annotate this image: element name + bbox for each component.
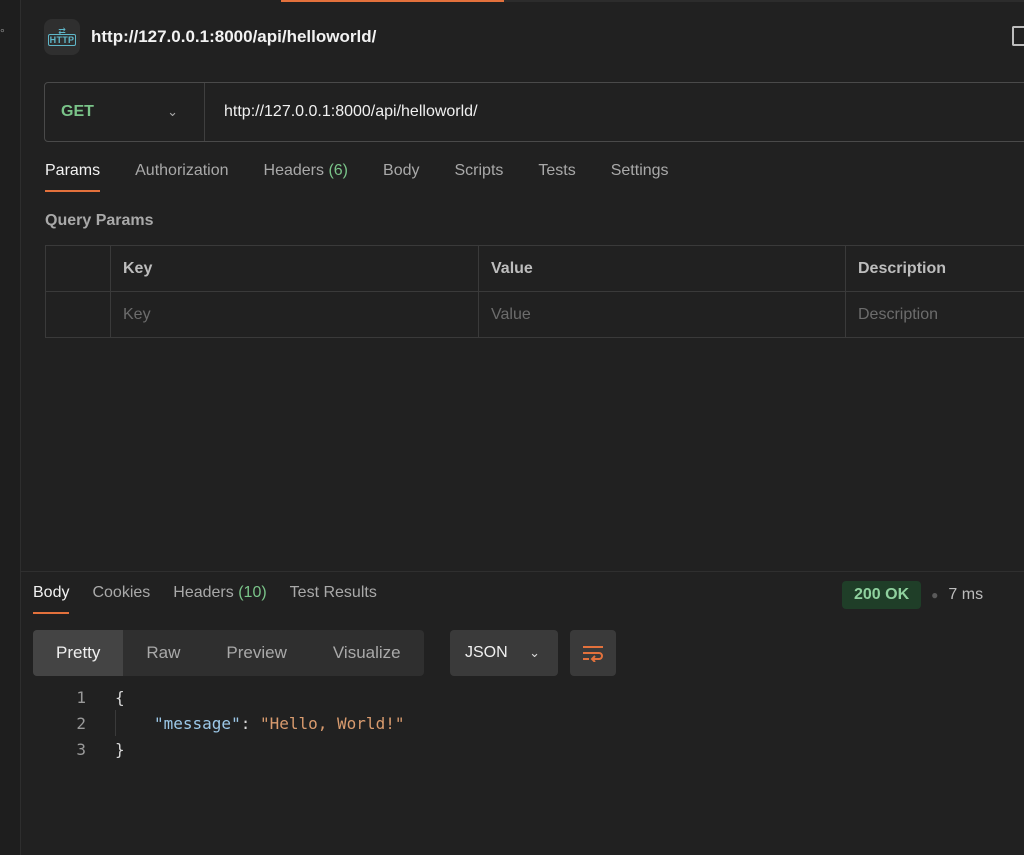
method-select[interactable]: GET ⌄ [45, 83, 205, 141]
response-tabs: Body Cookies Headers (10) Test Results [33, 584, 400, 614]
top-divider [504, 0, 1024, 2]
code-line: 2 "message": "Hello, World!" [60, 710, 404, 736]
chevron-down-icon: ⌄ [529, 645, 540, 660]
response-body-code[interactable]: 1 { 2 "message": "Hello, World!" 3 } [60, 684, 404, 762]
code-line: 3 } [60, 736, 404, 762]
description-input[interactable]: Description [845, 291, 1024, 338]
response-meta: 200 OK ● 7 ms [842, 581, 983, 609]
chevron-down-icon: ⌄ [167, 104, 178, 119]
wrap-lines-button[interactable] [570, 630, 616, 676]
line-number: 2 [76, 713, 86, 733]
tab-scripts[interactable]: Scripts [454, 162, 503, 192]
json-key: "message" [154, 713, 241, 733]
panel-divider[interactable] [20, 571, 1024, 572]
response-tab-test-results[interactable]: Test Results [290, 584, 377, 614]
indent-guide [115, 710, 116, 736]
response-time[interactable]: 7 ms [948, 586, 983, 604]
line-number: 3 [76, 739, 86, 759]
view-preview-button[interactable]: Preview [203, 630, 309, 676]
column-value: Value [478, 245, 846, 292]
left-rail: ° [0, 0, 21, 855]
active-tab-indicator [281, 0, 504, 2]
format-select[interactable]: JSON ⌄ [450, 630, 558, 676]
code-line: 1 { [60, 684, 404, 710]
separator-dot: ● [931, 588, 939, 602]
query-params-title: Query Params [45, 212, 154, 229]
http-icon: ⇄ HTTP [44, 19, 80, 55]
table-header-row: Key Value Description [45, 245, 1024, 292]
wrap-icon [583, 646, 603, 662]
view-raw-button[interactable]: Raw [123, 630, 203, 676]
response-tab-body[interactable]: Body [33, 584, 70, 614]
response-tab-headers[interactable]: Headers (10) [173, 584, 266, 614]
response-headers-count: (10) [238, 584, 267, 601]
row-checkbox-cell [45, 291, 111, 338]
save-icon[interactable] [1012, 26, 1024, 46]
value-input[interactable]: Value [478, 291, 846, 338]
column-key: Key [110, 245, 479, 292]
tab-authorization[interactable]: Authorization [135, 162, 228, 192]
method-label: GET [61, 103, 94, 120]
tab-params[interactable]: Params [45, 162, 101, 192]
request-title[interactable]: http://127.0.0.1:8000/api/helloworld/ [91, 27, 376, 47]
headers-count: (6) [328, 162, 349, 179]
format-label: JSON [465, 644, 508, 661]
checkbox-column [45, 245, 111, 292]
request-header: ⇄ HTTP http://127.0.0.1:8000/api/hellowo… [44, 18, 376, 56]
query-params-table: Key Value Description Key Value Descript… [45, 245, 1024, 338]
url-bar: GET ⌄ [44, 82, 1024, 142]
tab-body[interactable]: Body [383, 162, 419, 192]
url-input[interactable] [222, 102, 926, 122]
tab-headers[interactable]: Headers (6) [264, 162, 349, 192]
tab-settings[interactable]: Settings [611, 162, 669, 192]
view-mode-group: Pretty Raw Preview Visualize [33, 630, 424, 676]
json-value: "Hello, World!" [259, 713, 405, 733]
view-visualize-button[interactable]: Visualize [310, 630, 424, 676]
column-description: Description [845, 245, 1024, 292]
tab-tests[interactable]: Tests [538, 162, 575, 192]
rail-icon[interactable]: ° [0, 26, 5, 40]
response-tab-cookies[interactable]: Cookies [92, 584, 150, 614]
request-tabs: Params Authorization Headers (6) Body Sc… [45, 162, 704, 192]
table-row: Key Value Description [45, 291, 1024, 338]
view-pretty-button[interactable]: Pretty [33, 630, 124, 676]
key-input[interactable]: Key [110, 291, 479, 338]
line-number: 1 [76, 687, 86, 707]
status-badge[interactable]: 200 OK [842, 581, 922, 609]
